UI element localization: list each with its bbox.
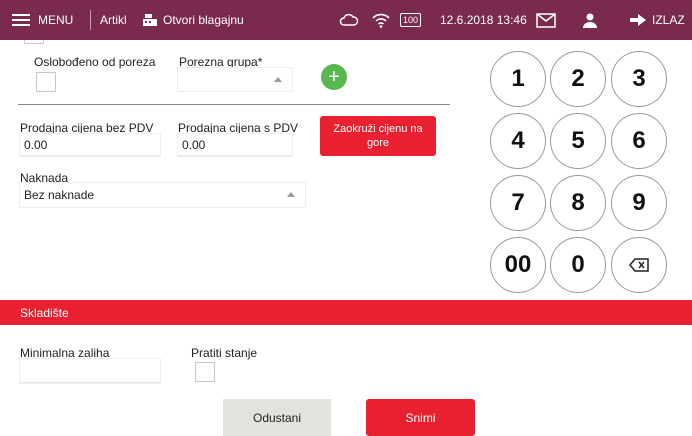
keypad-key-3[interactable]: 3 xyxy=(611,51,667,107)
open-register-button[interactable]: Otvori blagajnu xyxy=(142,0,244,40)
top-bar: MENU Artikl Otvori blagajnu 100 12.6.201… xyxy=(0,0,692,40)
keypad-key-1[interactable]: 1 xyxy=(490,51,546,107)
backspace-icon xyxy=(629,258,649,272)
min-stock-label: Minimalna zaliha xyxy=(20,346,110,360)
track-stock-label: Pratiti stanje xyxy=(191,346,258,360)
keypad-key-0[interactable]: 0 xyxy=(550,237,606,293)
price-no-vat-input[interactable]: 0.00 xyxy=(20,134,160,156)
fee-value: Bez naknade xyxy=(24,188,95,202)
tax-group-label: Porezna grupa* xyxy=(179,55,263,69)
menu-icon xyxy=(12,11,30,29)
keypad-backspace-button[interactable] xyxy=(611,237,667,293)
price-no-vat-label: Prodajna cijena bez PDV xyxy=(20,121,154,135)
exit-button[interactable]: IZLAZ xyxy=(630,0,685,40)
exit-label: IZLAZ xyxy=(652,13,685,27)
breadcrumb-artikl[interactable]: Artikl xyxy=(100,0,127,40)
add-tax-group-button[interactable]: + xyxy=(321,64,347,90)
cloud-sync-icon[interactable] xyxy=(339,0,359,40)
keypad-key-8[interactable]: 8 xyxy=(550,175,606,231)
wifi-icon xyxy=(372,0,390,40)
keypad-key-7[interactable]: 7 xyxy=(490,175,546,231)
caret-up-icon xyxy=(274,76,282,82)
keypad-key-6[interactable]: 6 xyxy=(611,113,667,169)
menu-button[interactable]: MENU xyxy=(12,0,73,40)
tax-exempt-checkbox[interactable] xyxy=(36,72,56,92)
fee-select[interactable]: Bez naknade xyxy=(20,183,305,207)
warehouse-section-title: Skladište xyxy=(20,305,69,320)
track-stock-checkbox[interactable] xyxy=(195,362,215,382)
menu-label: MENU xyxy=(38,13,74,27)
keypad-key-4[interactable]: 4 xyxy=(490,113,546,169)
min-stock-input[interactable] xyxy=(20,359,160,383)
cash-register-icon xyxy=(143,14,157,26)
battery-indicator: 100 xyxy=(400,0,422,40)
user-icon[interactable] xyxy=(583,0,597,40)
warehouse-section-header: Skladište xyxy=(0,300,692,325)
keypad-key-00[interactable]: 00 xyxy=(490,237,546,293)
save-button[interactable]: Snimi xyxy=(366,399,475,436)
datetime: 12.6.2018 13:46 xyxy=(440,13,527,27)
price-vat-input[interactable]: 0.00 xyxy=(178,134,292,156)
mail-icon[interactable] xyxy=(536,0,556,40)
separator xyxy=(90,10,91,30)
caret-up-icon xyxy=(287,192,295,197)
keypad-key-2[interactable]: 2 xyxy=(550,51,606,107)
price-vat-label: Prodajna cijena s PDV xyxy=(178,121,299,135)
cancel-button[interactable]: Odustani xyxy=(223,399,331,436)
keypad-key-9[interactable]: 9 xyxy=(611,175,667,231)
checkbox-partial[interactable] xyxy=(24,40,44,44)
battery-icon: 100 xyxy=(400,13,422,27)
round-price-up-button[interactable]: Zaokruži cijenu na gore xyxy=(320,116,436,156)
tax-exempt-label: Oslobođeno od poreza xyxy=(34,55,156,69)
arrow-right-icon xyxy=(630,14,646,26)
divider xyxy=(18,104,450,105)
open-register-label: Otvori blagajnu xyxy=(163,13,244,27)
keypad-key-5[interactable]: 5 xyxy=(550,113,606,169)
tax-group-select[interactable] xyxy=(178,68,292,91)
plus-icon: + xyxy=(328,66,340,88)
